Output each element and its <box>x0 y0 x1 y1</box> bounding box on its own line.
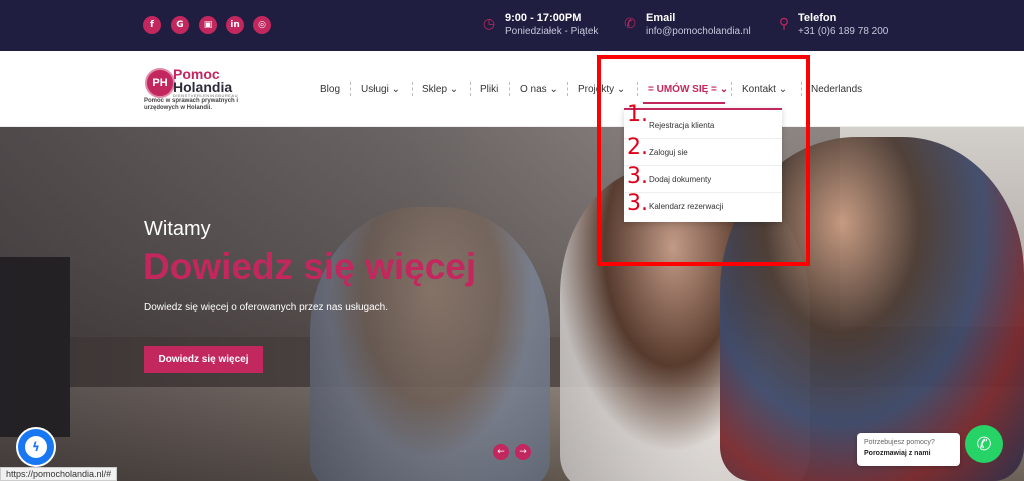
nav-uslugi-label: Usługi <box>361 84 389 95</box>
messenger-button[interactable]: ϟ <box>16 427 56 467</box>
email-address[interactable]: info@pomocholandia.nl <box>646 25 751 38</box>
email-title: Email <box>646 12 676 24</box>
location-icon: ⚲ <box>778 16 790 32</box>
hours-title: 9:00 - 17:00PM <box>505 12 582 24</box>
phone-title: Telefon <box>798 12 837 24</box>
chevron-down-icon: ⌄ <box>449 84 459 95</box>
nav-onas[interactable]: O nas ⌄ <box>520 84 558 95</box>
arrow-left-icon[interactable]: ← <box>493 444 509 460</box>
hours-info: 9:00 - 17:00PM Poniedziałek - Piątek <box>505 11 598 38</box>
hero-subtitle: Dowiedz się więcej o oferowanych przez n… <box>144 302 389 313</box>
phone-info: Telefon +31 (0)6 189 78 200 <box>798 11 888 38</box>
nav-onas-label: O nas <box>520 84 547 95</box>
nav-blog[interactable]: Blog <box>320 84 340 95</box>
email-info: Email info@pomocholandia.nl <box>646 11 751 38</box>
logo-line2[interactable]: Holandia <box>173 80 232 94</box>
chevron-down-icon: ⌄ <box>391 84 400 95</box>
chevron-down-icon: ⌄ <box>549 84 558 95</box>
youtube-icon[interactable]: ▣ <box>199 16 217 34</box>
chat-prompt-line1: Potrzebujesz pomocy? <box>864 439 935 446</box>
hours-sub: Poniedziałek - Piątek <box>505 26 599 37</box>
nav-uslugi[interactable]: Usługi ⌄ <box>361 84 400 95</box>
instagram-icon[interactable]: ◎ <box>253 16 271 34</box>
nav-language[interactable]: Nederlands <box>811 84 862 95</box>
google-icon[interactable]: G <box>171 16 189 34</box>
arrow-right-icon[interactable]: → <box>515 444 531 460</box>
nav-pliki[interactable]: Pliki <box>480 84 498 95</box>
nav-divider <box>470 82 471 96</box>
facebook-icon[interactable]: f <box>143 16 161 34</box>
annotation-highlight-box <box>597 55 810 266</box>
logo-icon[interactable]: PH <box>145 68 175 98</box>
nav-sklep[interactable]: Sklep ⌄ <box>422 84 458 95</box>
hero-welcome: Witamy <box>144 218 211 240</box>
hero-title: Dowiedz się więcej <box>143 246 477 287</box>
chat-prompt-line2: Porozmawiaj z nami <box>864 450 931 457</box>
whatsapp-icon: ✆ <box>976 433 992 455</box>
browser-status-url: https://pomocholandia.nl/# <box>0 467 118 481</box>
nav-divider <box>350 82 351 96</box>
nav-divider <box>509 82 510 96</box>
learn-more-button[interactable]: Dowiedz się więcej <box>144 346 263 373</box>
phone-number[interactable]: +31 (0)6 189 78 200 <box>798 25 888 38</box>
messenger-icon: ϟ <box>25 436 47 458</box>
chat-prompt-bubble[interactable]: Potrzebujesz pomocy? Porozmawiaj z nami <box>857 433 960 466</box>
logo-tagline: Pomoc w sprawach prywatnych i urzędowych… <box>144 98 239 111</box>
phone-icon: ✆ <box>624 16 636 32</box>
whatsapp-button[interactable]: ✆ <box>965 425 1003 463</box>
linkedin-icon[interactable]: in <box>226 16 244 34</box>
nav-divider <box>567 82 568 96</box>
nav-sklep-label: Sklep <box>422 84 448 95</box>
nav-divider <box>412 82 413 96</box>
clock-icon: ◷ <box>482 16 496 32</box>
